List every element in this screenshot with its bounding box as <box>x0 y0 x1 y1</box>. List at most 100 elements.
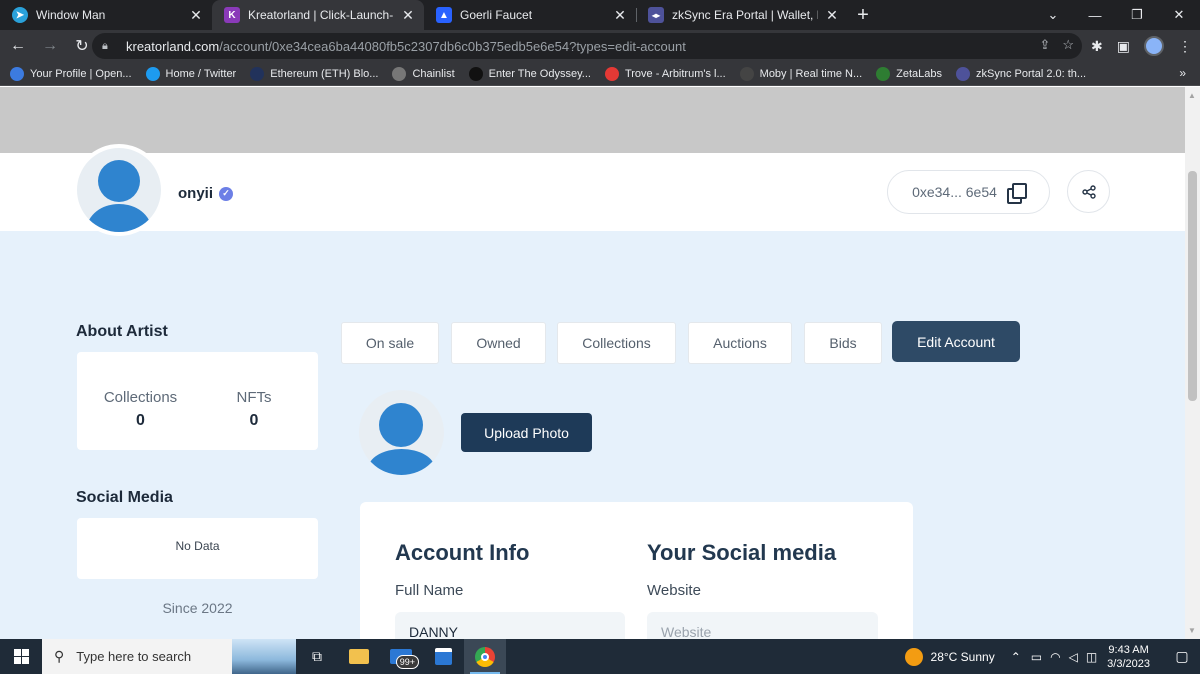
search-highlight-image <box>232 639 296 674</box>
tab-collections[interactable]: Collections <box>557 322 676 364</box>
avatar-head <box>98 160 140 202</box>
bookmark-label: Moby | Real time N... <box>759 67 863 80</box>
close-icon[interactable]: ✕ <box>612 7 628 24</box>
bookmark-item[interactable]: Your Profile | Open... <box>10 66 132 81</box>
volume-icon[interactable]: ◁ <box>1069 650 1078 664</box>
browser-tab-3[interactable]: ◂▸ zkSync Era Portal | Wallet, Bridge ✕ <box>636 0 848 30</box>
social-media-heading: Social Media <box>76 489 173 506</box>
collections-label: Collections <box>103 389 178 406</box>
member-since: Since 2022 <box>162 600 233 616</box>
bookmark-item[interactable]: ZetaLabs <box>876 66 942 81</box>
profile-avatar-large <box>73 144 165 236</box>
website-input[interactable] <box>647 612 878 639</box>
scroll-up-icon[interactable]: ▲ <box>1188 91 1196 100</box>
zksync-icon <box>956 66 971 81</box>
file-explorer-icon[interactable] <box>338 639 380 674</box>
upload-photo-button[interactable]: Upload Photo <box>461 413 592 452</box>
social-media-card: No Data <box>77 518 318 579</box>
menu-icon[interactable]: ⋮ <box>1178 38 1192 55</box>
close-window-icon[interactable]: ✕ <box>1158 0 1200 30</box>
bookmark-item[interactable]: Enter The Odyssey... <box>468 66 591 81</box>
nfts-stat: NFTs 0 <box>223 389 285 430</box>
bookmark-label: Trove - Arbitrum's l... <box>624 67 726 80</box>
extensions-icon[interactable]: ✱ <box>1091 38 1103 55</box>
moby-icon <box>739 66 754 81</box>
social-media-title: Your Social media <box>647 540 837 565</box>
tab-bids[interactable]: Bids <box>804 322 882 364</box>
edit-account-button[interactable]: Edit Account <box>892 321 1020 362</box>
system-tray: 28°C Sunny ⌃ ▭ ◠ ◁ ◫ 9:43 AM 3/3/2023 ▢ <box>904 639 1200 674</box>
copy-icon[interactable] <box>1006 183 1027 204</box>
camera-icon[interactable]: ◫ <box>1086 650 1097 664</box>
full-name-input[interactable] <box>395 612 625 639</box>
tab-search-icon[interactable]: ⌄ <box>1032 0 1074 30</box>
page-scrollbar[interactable]: ▲ ▼ <box>1185 87 1200 639</box>
new-tab-button[interactable]: + <box>848 0 878 30</box>
avatar-body <box>368 449 435 475</box>
browser-toolbar: ← → ↻ 🔒︎ kreatorland.com/account/0xe34ce… <box>0 30 1200 62</box>
back-icon[interactable]: ← <box>4 32 32 60</box>
share-button[interactable] <box>1067 170 1110 213</box>
store-icon[interactable] <box>422 639 464 674</box>
browser-tab-0[interactable]: ➤ Window Man ✕ <box>0 0 212 30</box>
tab-on-sale[interactable]: On sale <box>341 322 439 364</box>
chrome-icon[interactable] <box>464 639 506 674</box>
about-artist-heading: About Artist <box>76 323 168 340</box>
bookmark-item[interactable]: Chainlist <box>392 66 455 81</box>
no-data-text: No Data <box>175 539 220 553</box>
clock[interactable]: 9:43 AM 3/3/2023 <box>1107 643 1150 671</box>
bookmark-label: zkSync Portal 2.0: th... <box>976 67 1087 80</box>
close-icon[interactable]: ✕ <box>824 7 840 24</box>
window-controls: ⌄ — ❐ ✕ <box>1032 0 1200 30</box>
browser-tab-2[interactable]: ▲ Goerli Faucet ✕ <box>424 0 636 30</box>
bookmark-item[interactable]: Home / Twitter <box>145 66 236 81</box>
task-view-icon[interactable]: ⧉ <box>296 639 338 674</box>
battery-icon[interactable]: ▭ <box>1031 650 1042 664</box>
wallet-address-text: 0xe34... 6e54 <box>912 184 997 200</box>
forward-icon[interactable]: → <box>36 32 64 60</box>
weather-sun-icon[interactable] <box>904 647 923 666</box>
bookmark-item[interactable]: Trove - Arbitrum's l... <box>604 66 726 81</box>
browser-tab-1[interactable]: K Kreatorland | Click-Launch-Mint NFTs ✕ <box>212 0 424 30</box>
tab-auctions[interactable]: Auctions <box>688 322 792 364</box>
nfts-label: NFTs <box>236 389 272 406</box>
address-bar[interactable]: 🔒︎ kreatorland.com/account/0xe34cea6ba44… <box>92 33 1082 59</box>
windows-logo-icon <box>13 649 29 664</box>
wallet-address-pill[interactable]: 0xe34... 6e54 <box>887 170 1050 214</box>
bookmark-item[interactable]: Moby | Real time N... <box>739 66 863 81</box>
collections-stat: Collections 0 <box>103 389 178 430</box>
avatar-head <box>379 403 423 447</box>
profile-avatar[interactable] <box>1144 36 1164 56</box>
tab-owned[interactable]: Owned <box>451 322 546 364</box>
share-page-icon[interactable]: ⇪ <box>1039 37 1050 53</box>
chainlist-icon <box>392 66 407 81</box>
wifi-icon[interactable]: ◠ <box>1050 650 1060 664</box>
restore-icon[interactable]: ❐ <box>1116 0 1158 30</box>
bookmark-item[interactable]: Ethereum (ETH) Blo... <box>250 66 378 81</box>
close-icon[interactable]: ✕ <box>400 7 416 24</box>
username-text: onyii <box>178 185 214 202</box>
weather-text[interactable]: 28°C Sunny <box>931 650 995 664</box>
side-panel-icon[interactable]: ▣ <box>1117 38 1130 55</box>
bookmarks-bar: Your Profile | Open... Home / Twitter Et… <box>0 62 1200 86</box>
chevron-right-icon[interactable]: » <box>1179 66 1186 80</box>
nfts-count: 0 <box>249 412 259 429</box>
zksync-icon: ◂▸ <box>648 7 664 23</box>
odyssey-icon <box>468 66 483 81</box>
kreatorland-icon: K <box>224 7 240 23</box>
tab-title: Kreatorland | Click-Launch-Mint NFTs <box>248 8 394 22</box>
close-icon[interactable]: ✕ <box>188 7 204 24</box>
scrollbar-thumb[interactable] <box>1188 171 1197 401</box>
profile-banner <box>0 87 1185 153</box>
minimize-icon[interactable]: — <box>1074 0 1116 30</box>
notification-icon[interactable]: ▢ <box>1164 648 1200 665</box>
mail-icon[interactable]: 99+ <box>380 639 422 674</box>
bookmark-star-icon[interactable]: ☆ <box>1062 37 1074 53</box>
bookmark-item[interactable]: zkSync Portal 2.0: th... <box>956 66 1087 81</box>
taskbar-search[interactable]: ⚲ Type here to search <box>42 639 296 674</box>
trove-icon <box>604 66 619 81</box>
chevron-up-icon[interactable]: ⌃ <box>1011 650 1021 664</box>
scroll-down-icon[interactable]: ▼ <box>1188 626 1196 635</box>
collections-count: 0 <box>136 412 145 429</box>
start-button[interactable] <box>0 639 42 674</box>
